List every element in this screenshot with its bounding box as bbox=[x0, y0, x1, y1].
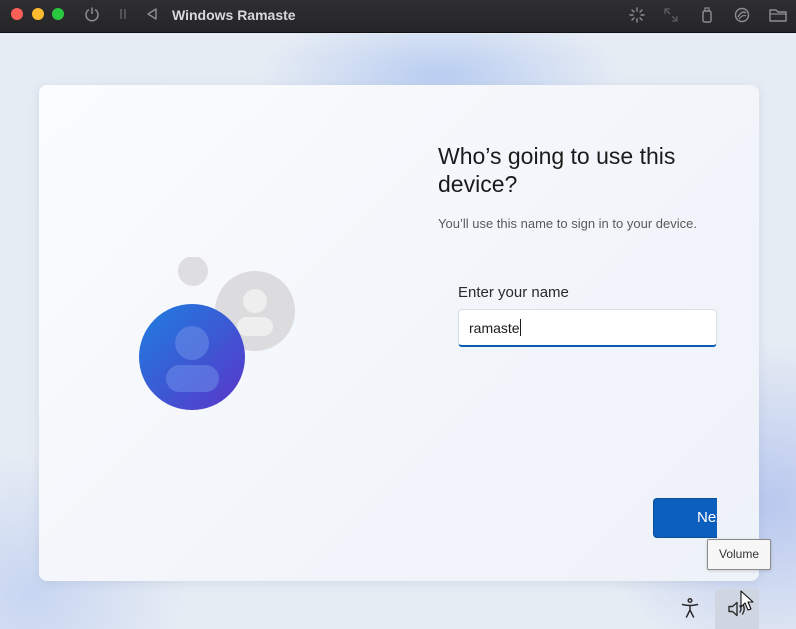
window-titlebar: Windows Ramaste bbox=[0, 0, 796, 33]
window-title: Windows Ramaste bbox=[172, 7, 296, 23]
brightness-icon[interactable] bbox=[628, 6, 646, 24]
maximize-window-button[interactable] bbox=[52, 8, 64, 20]
name-input[interactable]: ramaste bbox=[458, 309, 717, 347]
text-caret bbox=[519, 319, 521, 336]
page-title: Who’s going to use this device? bbox=[438, 143, 676, 197]
usb-icon[interactable] bbox=[698, 6, 716, 24]
accessibility-button[interactable] bbox=[672, 589, 708, 627]
mouse-cursor-icon bbox=[740, 590, 754, 611]
pause-icon[interactable] bbox=[116, 6, 130, 24]
resize-icon[interactable] bbox=[662, 6, 680, 24]
accessibility-icon bbox=[681, 597, 699, 618]
vm-display: Who’s going to use this device? You’ll u… bbox=[0, 34, 796, 629]
minimize-window-button[interactable] bbox=[32, 8, 44, 20]
users-illustration-icon bbox=[139, 257, 295, 410]
back-icon[interactable] bbox=[144, 6, 160, 24]
next-button[interactable]: Next bbox=[653, 498, 717, 538]
setup-dialog: Who’s going to use this device? You’ll u… bbox=[39, 85, 759, 581]
power-icon[interactable] bbox=[84, 6, 100, 24]
close-window-button[interactable] bbox=[11, 8, 23, 20]
name-input-value: ramaste bbox=[469, 320, 520, 336]
name-field-label: Enter your name bbox=[458, 284, 569, 301]
folder-icon[interactable] bbox=[768, 6, 788, 24]
network-icon[interactable] bbox=[733, 6, 751, 24]
page-subtitle: You’ll use this name to sign in to your … bbox=[438, 216, 697, 231]
volume-tooltip: Volume bbox=[707, 539, 771, 570]
